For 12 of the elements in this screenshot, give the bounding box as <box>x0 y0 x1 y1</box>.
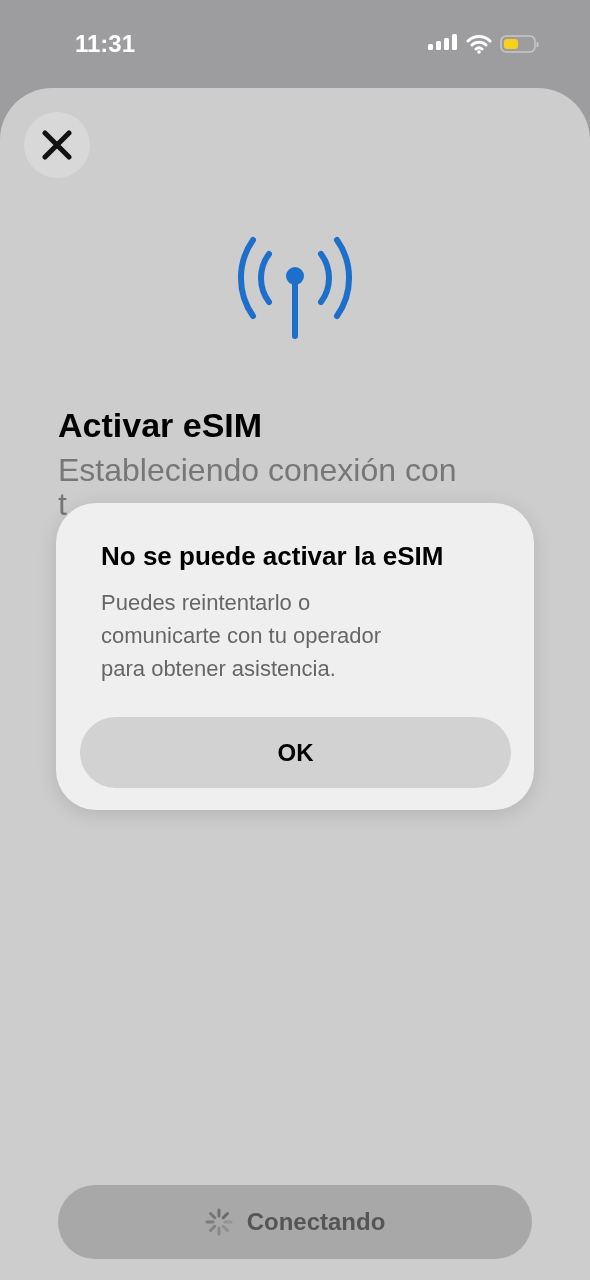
close-icon <box>42 130 72 160</box>
battery-icon <box>500 34 540 54</box>
antenna-icon <box>235 234 355 340</box>
subtitle-fragment: t <box>58 486 67 522</box>
alert-message: Puedes reintentarlo o comunicarte con tu operador para obtener asistencia. <box>101 589 383 683</box>
sheet-title: Activar eSIM <box>58 406 264 445</box>
sheet-subtitle: Estableciendo conexión con <box>58 451 458 489</box>
ok-button[interactable]: OK <box>80 717 511 788</box>
wifi-icon <box>466 34 492 54</box>
status-time: 11:31 <box>75 30 136 58</box>
spinner-icon <box>204 1208 233 1236</box>
alert-title: No se puede activar la eSIM <box>101 541 445 572</box>
